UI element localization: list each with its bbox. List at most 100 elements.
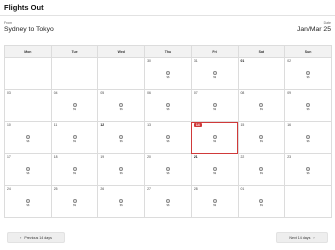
fare-marker-icon: $$ [165, 199, 171, 207]
day-number: 01 [240, 59, 245, 63]
calendar-week-row: 10 $$ 11 $$ 12 $$ 13 $$ 14 $$ 15 $$ 16 $$ [4, 121, 332, 154]
fare-price-label: $$ [73, 140, 76, 143]
calendar-week-row: 17 $$ 18 $$ 19 $$ 20 $$ 21 $$ 22 $$ 23 $$ [4, 153, 332, 186]
calendar-day-cell[interactable]: 30 $$ [144, 57, 192, 90]
calendar-empty-cell [97, 57, 146, 90]
calendar-day-cell[interactable]: 28 $$ [190, 185, 239, 218]
fare-price-label: $$ [73, 204, 76, 207]
calendar-day-cell[interactable]: 10 $$ [4, 121, 52, 154]
calendar-day-cell[interactable]: 15 $$ [237, 121, 286, 154]
calendar-day-cell[interactable]: 23 $$ [284, 153, 332, 186]
calendar-day-cell[interactable]: 21 $$ [190, 153, 239, 186]
calendar-day-cell[interactable]: 27 $$ [144, 185, 192, 218]
fare-dot-icon [212, 199, 217, 203]
calendar-body: 30 $$ 31 $$ 01 02 $$ 03 04 $$ 05 $$ 06 $$ 07 $$ 08 $$ 09 $$… [4, 57, 332, 218]
day-number: 20 [147, 155, 151, 159]
fare-dot-icon [259, 103, 264, 107]
fare-price-label: $$ [119, 204, 123, 207]
calendar-day-cell[interactable]: 02 $$ [284, 57, 332, 90]
fare-marker-icon: $$ [258, 167, 264, 175]
calendar-day-cell[interactable]: 07 $$ [190, 89, 239, 122]
fare-dot-icon [306, 135, 311, 139]
fare-price-label: $$ [259, 140, 263, 143]
calendar-day-cell[interactable]: 20 $$ [144, 153, 192, 186]
fare-price-label: $$ [166, 76, 170, 79]
previous-button-label: Previous 14 days [24, 235, 52, 240]
day-number: 22 [240, 155, 245, 159]
fare-marker-icon: $$ [165, 167, 171, 175]
calendar-day-cell[interactable]: 13 $$ [144, 121, 192, 154]
fare-price-label: $$ [306, 172, 310, 175]
day-number: 18 [53, 155, 58, 159]
fare-price-label: $$ [213, 204, 217, 207]
fare-marker-icon: $$ [212, 167, 218, 175]
calendar-day-cell[interactable]: 18 $$ [50, 153, 99, 186]
day-number: 07 [193, 91, 198, 95]
fare-dot-icon [25, 167, 30, 171]
calendar-day-cell[interactable]: 26 $$ [97, 185, 146, 218]
fare-marker-icon: $$ [212, 135, 218, 143]
fare-price-label: $$ [306, 140, 310, 143]
next-14-days-button[interactable]: Next 14 days › [276, 232, 328, 243]
calendar-week-row: 03 04 $$ 05 $$ 06 $$ 07 $$ 08 $$ 09 $$ [4, 89, 332, 122]
from-label: From [4, 21, 13, 25]
weekday-header: Sat [237, 45, 286, 58]
fare-marker-icon: $$ [212, 199, 218, 207]
previous-14-days-button[interactable]: ‹ Previous 14 days [7, 232, 65, 243]
day-number: 28 [193, 187, 198, 191]
header-divider [0, 15, 335, 16]
fare-marker-icon: $$ [118, 103, 124, 111]
calendar-day-cell[interactable]: 16 $$ [284, 121, 332, 154]
day-number: 19 [100, 155, 105, 159]
calendar-day-cell[interactable]: 17 $$ [4, 153, 52, 186]
day-number: 10 [7, 123, 11, 127]
next-button-label: Next 14 days [289, 235, 311, 240]
fare-price-label: $$ [73, 172, 76, 175]
fare-dot-icon [72, 167, 77, 171]
fare-dot-icon [212, 71, 217, 75]
fare-marker-icon: $$ [72, 167, 78, 175]
calendar-day-cell[interactable]: 03 [4, 89, 52, 122]
fare-marker-icon: $$ [25, 199, 31, 207]
calendar-day-cell[interactable]: 01 [237, 57, 286, 90]
fare-marker-icon: $$ [118, 135, 124, 143]
fare-dot-icon [212, 103, 217, 107]
fare-price-label: $$ [166, 140, 170, 143]
calendar-day-cell[interactable]: 05 $$ [97, 89, 146, 122]
calendar-day-cell[interactable]: 04 $$ [50, 89, 99, 122]
calendar-day-cell[interactable]: 31 $$ [190, 57, 239, 90]
fare-marker-icon: $$ [118, 167, 124, 175]
day-number: 16 [287, 123, 291, 127]
fare-dot-icon [72, 199, 77, 203]
fare-dot-icon [165, 103, 170, 107]
fare-dot-icon [212, 167, 217, 171]
day-number: 15 [240, 123, 245, 127]
calendar-day-cell[interactable]: 19 $$ [97, 153, 146, 186]
fare-price-label: $$ [259, 172, 263, 175]
calendar-day-cell[interactable]: 06 $$ [144, 89, 192, 122]
calendar-day-cell[interactable]: 25 $$ [50, 185, 99, 218]
calendar-day-cell[interactable]: 09 $$ [284, 89, 332, 122]
weekday-header: Fri [190, 45, 239, 58]
calendar-day-cell[interactable]: 14 $$ [190, 121, 239, 154]
calendar-day-cell[interactable]: 24 $$ [4, 185, 52, 218]
fare-price-label: $$ [306, 76, 310, 79]
calendar-day-cell[interactable]: 08 $$ [237, 89, 286, 122]
day-number: 31 [193, 59, 198, 63]
fare-dot-icon [212, 135, 217, 139]
calendar-day-cell[interactable]: 01 $$ [237, 185, 286, 218]
weekday-header: Mon [4, 45, 52, 58]
calendar-day-cell[interactable]: 11 $$ [50, 121, 99, 154]
calendar-empty-cell [284, 185, 332, 218]
day-number: 24 [7, 187, 11, 191]
calendar-day-cell[interactable]: 12 $$ [97, 121, 146, 154]
fare-price-label: $$ [213, 172, 217, 175]
weekday-header: Wed [97, 45, 146, 58]
day-number: 17 [7, 155, 11, 159]
fare-calendar: Mon Tue Wed Thu Fri Sat Sun 30 $$ 31 $$ 01 02… [4, 45, 332, 218]
fare-price-label: $$ [119, 108, 123, 111]
fare-dot-icon [165, 167, 170, 171]
route-text: Sydney to Tokyo [4, 26, 54, 33]
calendar-empty-cell [4, 57, 52, 90]
calendar-day-cell[interactable]: 22 $$ [237, 153, 286, 186]
